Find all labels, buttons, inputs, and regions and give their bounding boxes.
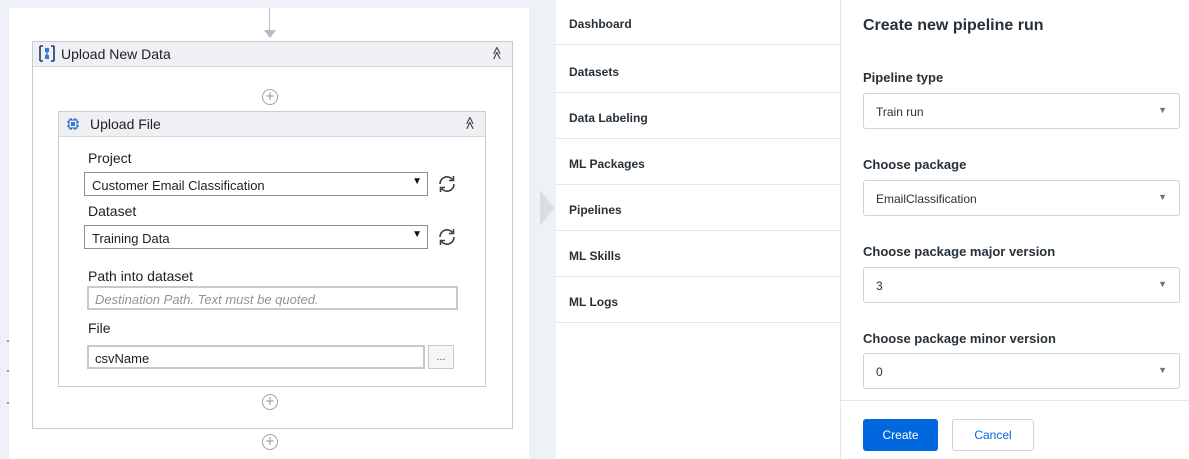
file-input[interactable]: csvName	[87, 345, 425, 369]
flow-connector	[269, 8, 270, 32]
create-button[interactable]: Create	[863, 419, 938, 451]
nav-item-pipelines[interactable]: Pipelines	[556, 186, 840, 231]
package-value: EmailClassification	[876, 192, 977, 206]
package-label: Choose package	[863, 157, 967, 172]
nav-item-dashboard[interactable]: Dashboard	[556, 0, 840, 45]
add-activity-top-icon[interactable]: +	[262, 89, 278, 105]
nav-item-label: Datasets	[569, 65, 620, 79]
workflow-designer: Upload New Data ≫ + Upload File ≫ Projec…	[0, 0, 540, 459]
file-label: File	[88, 320, 111, 336]
major-version-select[interactable]: 3 ▼	[863, 267, 1180, 303]
chevron-down-icon: ▼	[1158, 105, 1167, 115]
nav-item-label: Pipelines	[569, 203, 622, 217]
pipeline-type-label: Pipeline type	[863, 70, 944, 85]
designer-left-edge	[0, 0, 9, 459]
minor-version-label: Choose package minor version	[863, 331, 1056, 346]
create-pipeline-run-form: Create new pipeline run Pipeline type Tr…	[841, 0, 1189, 459]
nav-item-label: Data Labeling	[569, 111, 648, 125]
path-placeholder: Destination Path. Text must be quoted.	[95, 292, 319, 307]
nav-item-ml-logs[interactable]: ML Logs	[556, 278, 840, 323]
project-label: Project	[88, 150, 132, 166]
dataset-select[interactable]: Training Data ▼	[84, 225, 428, 249]
nav-item-datasets[interactable]: Datasets	[556, 48, 840, 93]
minor-version-value: 0	[876, 365, 883, 379]
dataset-label: Dataset	[88, 203, 137, 219]
major-version-value: 3	[876, 279, 883, 293]
collapse-sequence-icon[interactable]: ≫	[488, 46, 506, 60]
pipeline-type-select[interactable]: Train run ▼	[863, 93, 1180, 129]
dataset-value: Training Data	[92, 231, 170, 246]
upload-file-icon	[67, 118, 79, 130]
pipeline-type-value: Train run	[876, 105, 924, 119]
nav-item-ml-packages[interactable]: ML Packages	[556, 140, 840, 185]
browse-file-button[interactable]: ...	[428, 345, 454, 369]
path-input[interactable]: Destination Path. Text must be quoted.	[87, 286, 458, 310]
file-value: csvName	[95, 351, 150, 366]
nav-item-label: Dashboard	[569, 17, 632, 31]
package-select[interactable]: EmailClassification ▼	[863, 180, 1180, 216]
project-select[interactable]: Customer Email Classification ▼	[84, 172, 428, 196]
chevron-down-icon: ▼	[1158, 192, 1167, 202]
flow-arrow-icon	[264, 30, 276, 38]
nav-item-label: ML Skills	[569, 249, 621, 263]
refresh-project-icon[interactable]	[436, 173, 458, 195]
refresh-dataset-icon[interactable]	[436, 226, 458, 248]
sequence-icon	[39, 45, 55, 62]
form-title: Create new pipeline run	[863, 17, 1044, 34]
nav-item-ml-skills[interactable]: ML Skills	[556, 232, 840, 277]
chevron-down-icon: ▼	[1158, 365, 1167, 375]
side-nav: Dashboard Datasets Data Labeling ML Pack…	[556, 0, 841, 459]
sequence-header[interactable]: Upload New Data ≫	[33, 42, 512, 67]
add-activity-inner-icon[interactable]: +	[262, 394, 278, 410]
minor-version-select[interactable]: 0 ▼	[863, 353, 1180, 389]
transition-chevron-icon	[540, 190, 554, 226]
form-footer-divider	[841, 400, 1189, 401]
major-version-label: Choose package major version	[863, 244, 1056, 259]
chevron-down-icon: ▼	[412, 229, 422, 240]
chevron-down-icon: ▼	[1158, 279, 1167, 289]
add-activity-bottom-icon[interactable]: +	[262, 434, 278, 450]
project-value: Customer Email Classification	[92, 178, 265, 193]
nav-item-data-labeling[interactable]: Data Labeling	[556, 94, 840, 139]
panel-divider	[540, 0, 556, 459]
activity-title: Upload File	[90, 116, 161, 132]
chevron-down-icon: ▼	[412, 176, 422, 187]
activity-header[interactable]: Upload File ≫	[59, 112, 485, 137]
path-label: Path into dataset	[88, 268, 194, 284]
sequence-title: Upload New Data	[61, 46, 171, 62]
cancel-button[interactable]: Cancel	[952, 419, 1034, 451]
collapse-activity-icon[interactable]: ≫	[461, 116, 479, 130]
nav-item-label: ML Logs	[569, 295, 619, 309]
nav-item-label: ML Packages	[569, 157, 645, 171]
